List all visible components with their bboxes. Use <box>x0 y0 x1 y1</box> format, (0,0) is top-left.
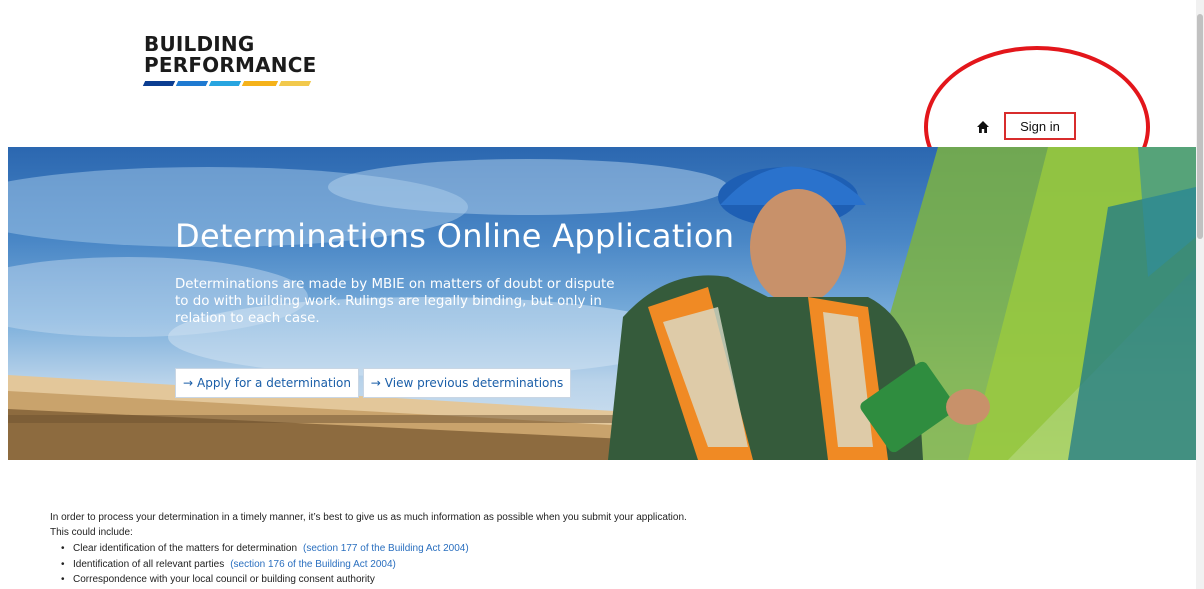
page-scrollbar[interactable] <box>1196 0 1204 589</box>
list-item: Identification of all relevant parties (s… <box>50 557 469 573</box>
logo-line-2: PERFORMANCE <box>144 53 317 77</box>
intro-paragraph: In order to process your determination i… <box>50 512 687 523</box>
apply-for-determination-button[interactable]: → Apply for a determination <box>175 368 359 398</box>
arrow-right-icon: → <box>370 376 381 390</box>
sign-in-button[interactable]: Sign in <box>1004 112 1076 140</box>
hero-title: Determinations Online Application <box>175 217 735 255</box>
logo-line-1: BUILDING <box>144 32 255 56</box>
view-previous-determinations-button[interactable]: → View previous determinations <box>363 368 571 398</box>
list-item-text: Clear identification of the matters for … <box>73 543 297 554</box>
list-item-text: Identification of all relevant parties <box>73 558 225 570</box>
view-button-label: View previous determinations <box>384 376 564 390</box>
section-177-link[interactable]: (section 177 of the Building Act 2004) <box>303 543 469 554</box>
hero-banner: Determinations Online Application Determ… <box>8 147 1196 460</box>
list-item: Correspondence with your local council o… <box>50 572 469 588</box>
building-performance-logo[interactable]: BUILDING PERFORMANCE <box>142 32 317 86</box>
arrow-right-icon: → <box>182 376 194 390</box>
includes-label: This could include: <box>50 527 133 538</box>
home-icon[interactable] <box>974 118 992 136</box>
logo-stripe <box>142 81 317 86</box>
apply-button-label: Apply for a determination <box>197 376 352 390</box>
hero-description: Determinations are made by MBIE on matte… <box>175 277 615 326</box>
scrollbar-thumb[interactable] <box>1197 14 1203 239</box>
section-176-link[interactable]: (section 176 of the Building Act 2004) <box>230 559 396 570</box>
requirements-list: Clear identification of the matters for … <box>50 541 469 588</box>
list-item-text: Correspondence with your local council o… <box>73 574 375 585</box>
list-item: Clear identification of the matters for … <box>50 541 469 557</box>
